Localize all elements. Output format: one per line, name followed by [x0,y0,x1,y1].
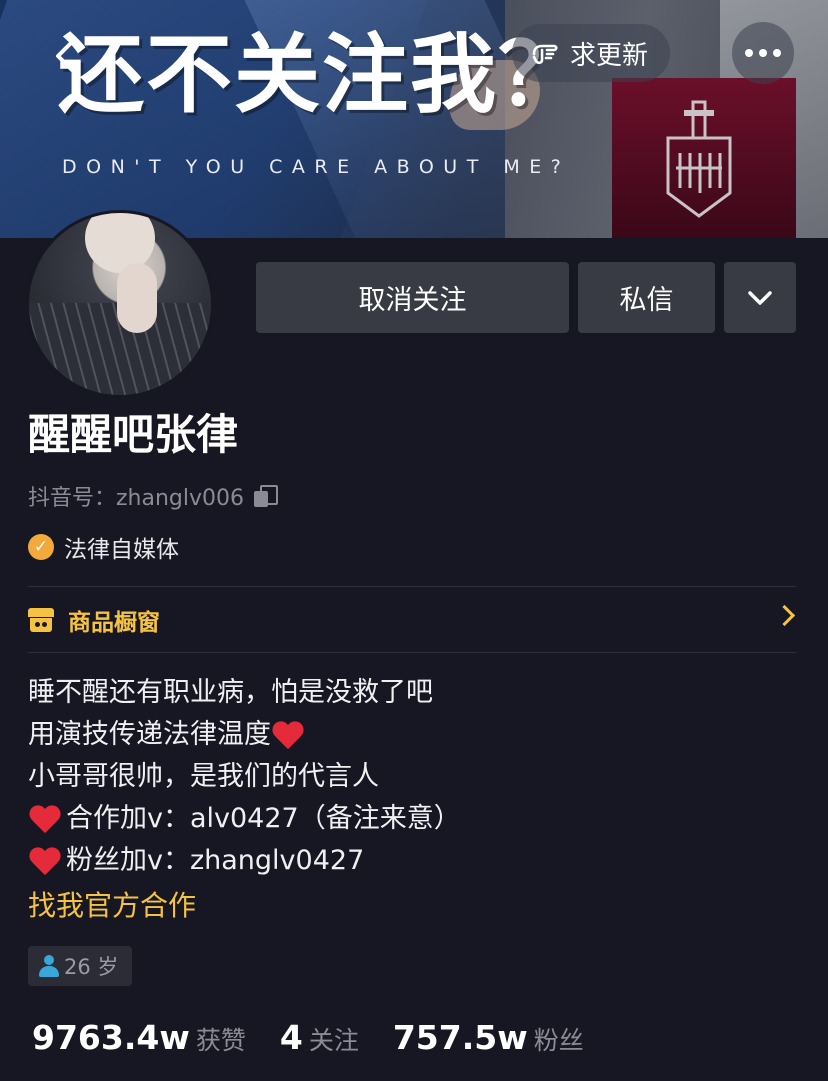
bio-text: 合作加v：alv0427（备注来意） [66,803,461,834]
age-tag: 26 岁 [28,946,133,986]
verification-row: ✓ 法律自媒体 [28,530,179,564]
bio-line: 合作加v：alv0427（备注来意） [28,798,461,840]
product-showcase-row[interactable]: 商品橱窗 [28,588,796,652]
back-button[interactable] [48,36,88,76]
unfollow-button[interactable]: 取消关注 [256,262,569,333]
following-label: 关注 [308,1026,359,1055]
heart-icon [28,846,62,876]
message-button[interactable]: 私信 [578,262,715,333]
heart-icon [28,804,62,834]
profile-stats: 9763.4w 获赞 4 关注 757.5w 粉丝 [32,1018,618,1057]
account-id: 抖音号：zhanglv006 [28,486,245,511]
shop-icon [28,608,54,632]
account-id-row: 抖音号：zhanglv006 [28,480,279,512]
hand-point-icon [532,44,558,65]
more-actions-dropdown-button[interactable] [724,262,796,333]
person-icon [38,954,60,978]
followers-stat[interactable]: 757.5w 粉丝 [393,1018,584,1057]
bio-text: 睡不醒还有职业病，怕是没救了吧 [28,677,433,708]
request-update-label: 求更新 [570,40,649,71]
law-firm-logo-icon [666,100,732,218]
request-update-button[interactable]: 求更新 [512,24,671,82]
official-cooperation-link[interactable]: 找我官方合作 [28,884,196,924]
likes-label: 获赞 [195,1026,246,1055]
bio-line: 粉丝加v：zhanglv0427 [28,840,461,882]
bio-line: 睡不醒还有职业病，怕是没救了吧 [28,672,461,714]
likes-stat[interactable]: 9763.4w 获赞 [32,1018,246,1057]
age-label: 26 岁 [64,955,119,979]
profile-bio: 睡不醒还有职业病，怕是没救了吧 用演技传递法律温度 小哥哥很帅，是我们的代言人 … [28,672,461,882]
divider [28,652,796,653]
divider [28,586,796,587]
following-count: 4 [279,1018,303,1057]
copy-icon[interactable] [254,485,279,507]
bio-text: 小哥哥很帅，是我们的代言人 [28,761,379,792]
bio-text: 用演技传递法律温度 [28,719,271,750]
verified-check-icon: ✓ [28,534,54,560]
likes-count: 9763.4w [32,1018,190,1057]
verification-label: 法律自媒体 [64,537,179,563]
more-button[interactable] [732,22,794,84]
chevron-down-icon [748,290,772,305]
avatar[interactable] [26,210,214,398]
heart-icon [271,720,305,750]
chevron-right-icon [773,604,796,627]
product-showcase-label: 商品橱窗 [68,610,160,636]
chevron-left-icon [56,40,74,72]
followers-label: 粉丝 [533,1026,584,1055]
bio-line: 小哥哥很帅，是我们的代言人 [28,756,461,798]
bio-line: 用演技传递法律温度 [28,714,461,756]
banner-title: 还不关注我？ [58,25,586,125]
banner-subtitle: DON'T YOU CARE ABOUT ME? [62,156,571,178]
profile-banner: 还不关注我？ DON'T YOU CARE ABOUT ME? 求更新 [0,0,828,238]
bio-text: 粉丝加v：zhanglv0427 [66,845,365,876]
followers-count: 757.5w [392,1018,528,1057]
more-horizontal-icon [742,49,784,57]
following-stat[interactable]: 4 关注 [280,1018,359,1057]
profile-nickname: 醒醒吧张律 [28,410,239,459]
